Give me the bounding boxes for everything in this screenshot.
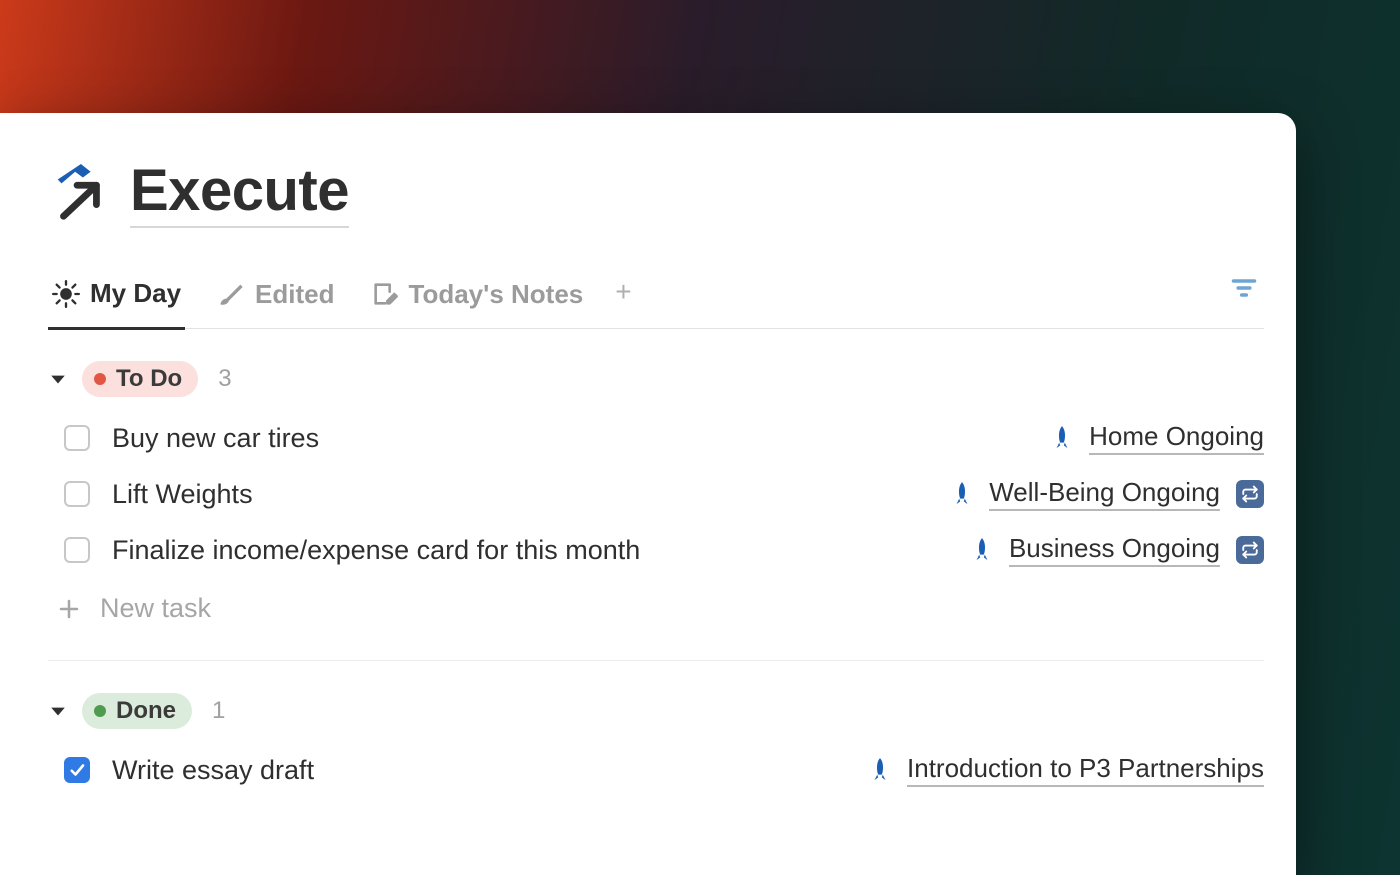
new-task-label: New task — [100, 593, 211, 624]
status-label: To Do — [116, 365, 182, 393]
task-meta: Home Ongoing — [1051, 421, 1264, 455]
group-divider — [48, 660, 1264, 661]
task-row[interactable]: Buy new car tires Home Ongoing — [48, 421, 1264, 455]
tabs-row: My Day Edited Today's Notes — [48, 268, 1264, 329]
task-category[interactable]: Well-Being Ongoing — [989, 477, 1220, 511]
task-title[interactable]: Buy new car tires — [112, 423, 1051, 454]
tab-label: Today's Notes — [409, 279, 584, 310]
task-checkbox[interactable] — [64, 425, 90, 451]
chevron-down-icon[interactable] — [48, 701, 68, 721]
brush-icon — [217, 280, 245, 308]
status-label: Done — [116, 697, 176, 725]
hammer-arrow-icon — [48, 162, 110, 224]
task-title[interactable]: Write essay draft — [112, 755, 869, 786]
task-category[interactable]: Business Ongoing — [1009, 533, 1220, 567]
rocket-icon — [869, 757, 891, 783]
note-edit-icon — [371, 280, 399, 308]
task-row[interactable]: Write essay draft Introduction to P3 Par… — [48, 753, 1264, 787]
tab-label: My Day — [90, 278, 181, 309]
status-pill-done[interactable]: Done — [82, 693, 192, 729]
title-row: Execute — [48, 157, 1264, 228]
filter-icon[interactable] — [1230, 274, 1258, 302]
rocket-icon — [971, 537, 993, 563]
task-title[interactable]: Finalize income/expense card for this mo… — [112, 535, 971, 566]
task-checkbox[interactable] — [64, 757, 90, 783]
group-header-todo: To Do 3 — [48, 361, 1264, 397]
status-dot — [94, 705, 106, 717]
add-tab-button[interactable]: + — [615, 276, 631, 320]
task-list-todo: Buy new car tires Home Ongoing Lift Weig… — [48, 421, 1264, 567]
sun-icon — [52, 280, 80, 308]
task-checkbox[interactable] — [64, 481, 90, 507]
task-list-done: Write essay draft Introduction to P3 Par… — [48, 753, 1264, 787]
tab-edited[interactable]: Edited — [213, 269, 338, 328]
group-done: Done 1 Write essay draft Introduction to… — [48, 693, 1264, 787]
task-title[interactable]: Lift Weights — [112, 479, 951, 510]
rocket-icon — [1051, 425, 1073, 451]
group-header-done: Done 1 — [48, 693, 1264, 729]
status-pill-todo[interactable]: To Do — [82, 361, 198, 397]
tab-todays-notes[interactable]: Today's Notes — [367, 269, 588, 328]
page-title[interactable]: Execute — [130, 157, 349, 228]
task-meta: Well-Being Ongoing — [951, 477, 1264, 511]
task-meta: Business Ongoing — [971, 533, 1264, 567]
repeat-icon — [1236, 536, 1264, 564]
task-row[interactable]: Finalize income/expense card for this mo… — [48, 533, 1264, 567]
chevron-down-icon[interactable] — [48, 369, 68, 389]
new-task-button[interactable]: New task — [48, 593, 1264, 624]
rocket-icon — [951, 481, 973, 507]
tab-label: Edited — [255, 279, 334, 310]
app-window: Execute My Day — [0, 113, 1296, 875]
group-count-done: 1 — [212, 697, 225, 725]
status-dot — [94, 373, 106, 385]
tab-my-day[interactable]: My Day — [48, 268, 185, 330]
group-count-todo: 3 — [218, 365, 231, 393]
task-category[interactable]: Introduction to P3 Partnerships — [907, 753, 1264, 787]
task-meta: Introduction to P3 Partnerships — [869, 753, 1264, 787]
group-todo: To Do 3 Buy new car tires Home Ongoing — [48, 361, 1264, 661]
task-checkbox[interactable] — [64, 537, 90, 563]
repeat-icon — [1236, 480, 1264, 508]
task-row[interactable]: Lift Weights Well-Being Ongoing — [48, 477, 1264, 511]
plus-icon — [56, 596, 82, 622]
task-category[interactable]: Home Ongoing — [1089, 421, 1264, 455]
desktop-background: Execute My Day — [0, 0, 1400, 875]
